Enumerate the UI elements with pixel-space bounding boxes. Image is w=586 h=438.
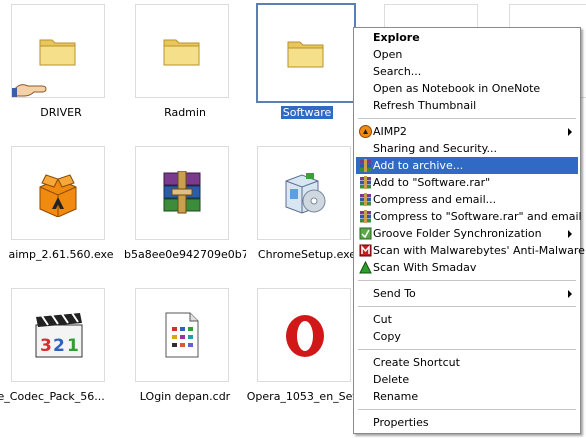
malwarebytes-icon — [359, 244, 372, 257]
file-item-radmin[interactable]: Radmin — [124, 0, 246, 130]
thumbnail — [256, 3, 356, 103]
menu-item-delete[interactable]: Delete — [356, 371, 578, 388]
smadav-icon — [359, 261, 372, 274]
shared-hand-icon — [12, 84, 47, 97]
submenu-arrow-icon — [568, 290, 572, 298]
folder-icon — [163, 39, 200, 66]
menu-item-add-to-rar[interactable]: Add to "Software.rar" — [356, 174, 578, 191]
submenu-arrow-icon — [568, 230, 572, 238]
setup-box-icon — [285, 173, 326, 214]
klite-codec-icon: 3 2 1 — [35, 313, 83, 358]
menu-item-create-shortcut[interactable]: Create Shortcut — [356, 354, 578, 371]
file-item-cdr-document[interactable]: LOgin depan.cdr — [124, 284, 246, 414]
file-label: K-Lite_Codec_Pack_56... — [0, 390, 105, 403]
menu-item-properties[interactable]: Properties — [356, 414, 578, 431]
menu-separator — [358, 280, 576, 281]
thumbnail — [257, 288, 351, 382]
file-label: DRIVER — [40, 106, 82, 119]
menu-item-compress-email[interactable]: Compress and email... — [356, 191, 578, 208]
groove-icon — [359, 227, 372, 240]
menu-item-refresh-thumbnail[interactable]: Refresh Thumbnail — [356, 97, 578, 114]
menu-item-cut[interactable]: Cut — [356, 311, 578, 328]
file-item-driver[interactable]: DRIVER — [0, 0, 122, 130]
file-label: ChromeSetup.exe — [257, 248, 357, 261]
menu-separator — [358, 306, 576, 307]
file-label: Software — [280, 106, 334, 119]
menu-item-groove-sync[interactable]: Groove Folder Synchronization — [356, 225, 578, 242]
file-item-opera[interactable]: Opera_1053_en_Set... — [246, 284, 368, 414]
menu-item-explore[interactable]: Explore — [356, 29, 578, 46]
file-label: LOgin depan.cdr — [139, 390, 231, 403]
menu-item-scan-smadav[interactable]: Scan With Smadav — [356, 259, 578, 276]
file-label: aimp_2.61.560.exe — [8, 248, 114, 261]
thumbnail — [257, 146, 351, 240]
cdr-document-icon — [165, 312, 199, 358]
folder-icon — [39, 39, 76, 66]
menu-item-search[interactable]: Search... — [356, 63, 578, 80]
svg-text:2: 2 — [53, 336, 65, 356]
folder-icon — [287, 41, 324, 68]
menu-item-compress-rar-email[interactable]: Compress to "Software.rar" and email — [356, 208, 582, 225]
winrar-icon — [360, 210, 371, 223]
menu-item-open-onenote[interactable]: Open as Notebook in OneNote — [356, 80, 578, 97]
menu-separator — [358, 349, 576, 350]
file-item-software[interactable]: Software — [246, 0, 368, 130]
winrar-archive-icon — [163, 171, 201, 214]
file-item-winrar-archive[interactable]: b5a8ee0e942709e0b7... — [124, 142, 246, 272]
aimp-installer-icon — [39, 174, 77, 217]
menu-separator — [358, 409, 576, 410]
thumbnail — [135, 288, 229, 382]
file-item-klite-codec[interactable]: 3 2 1 K-Lite_Codec_Pack_56... — [0, 284, 122, 414]
file-item-chrome-setup[interactable]: ChromeSetup.exe — [246, 142, 368, 272]
opera-icon — [286, 315, 324, 357]
thumbnail — [11, 146, 105, 240]
svg-text:3: 3 — [40, 336, 52, 356]
menu-item-open[interactable]: Open — [356, 46, 578, 63]
menu-item-rename[interactable]: Rename — [356, 388, 578, 405]
menu-separator — [358, 118, 576, 119]
file-label: b5a8ee0e942709e0b7... — [124, 248, 246, 261]
winrar-icon — [360, 176, 371, 189]
thumbnail — [11, 4, 105, 98]
menu-item-aimp2[interactable]: AIMP2 — [356, 123, 578, 140]
menu-item-scan-malwarebytes[interactable]: Scan with Malwarebytes' Anti-Malware — [356, 242, 585, 259]
thumbnail — [135, 146, 229, 240]
winrar-icon — [360, 193, 371, 206]
file-label: Radmin — [164, 106, 206, 119]
svg-text:1: 1 — [67, 336, 79, 356]
aimp-icon — [359, 125, 372, 138]
file-item-aimp-installer[interactable]: aimp_2.61.560.exe — [0, 142, 122, 272]
winrar-icon — [360, 159, 371, 172]
menu-item-copy[interactable]: Copy — [356, 328, 578, 345]
menu-item-add-to-archive[interactable]: Add to archive... — [356, 157, 578, 174]
menu-item-sharing-security[interactable]: Sharing and Security... — [356, 140, 578, 157]
context-menu: Explore Open Search... Open as Notebook … — [353, 27, 585, 434]
menu-item-send-to[interactable]: Send To — [356, 285, 578, 302]
thumbnail — [135, 4, 229, 98]
submenu-arrow-icon — [568, 128, 572, 136]
thumbnail: 3 2 1 — [11, 288, 105, 382]
file-label: Opera_1053_en_Set... — [246, 390, 368, 403]
